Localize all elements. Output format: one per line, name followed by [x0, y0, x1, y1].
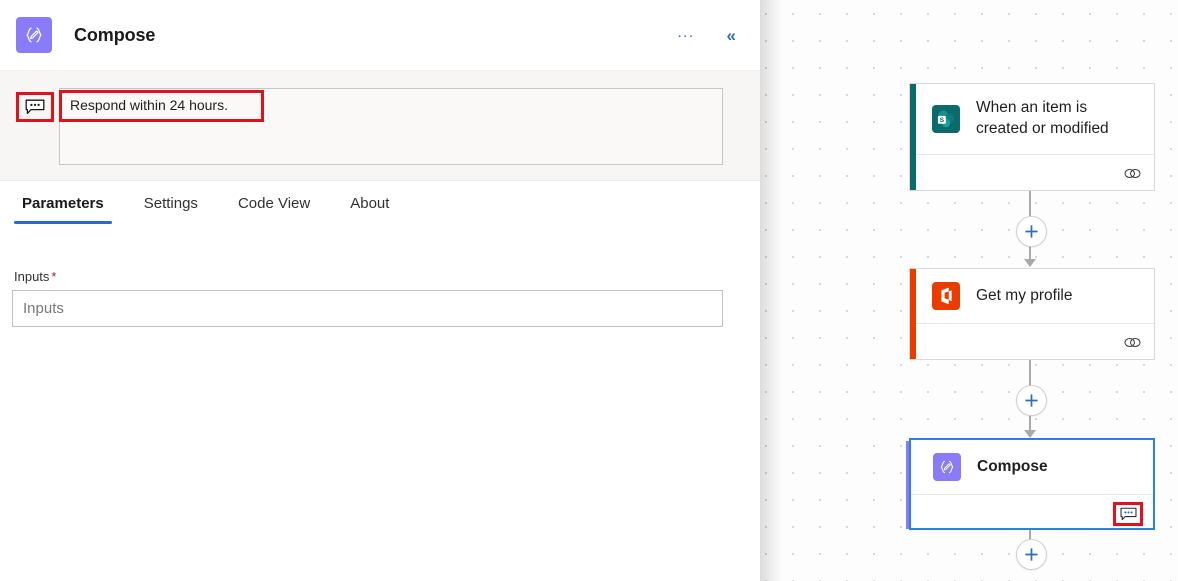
node-title: Compose: [977, 457, 1048, 475]
office365-icon: [932, 282, 960, 310]
tab-settings[interactable]: Settings: [136, 195, 206, 224]
action-details-panel: Compose ... « Respond within 24 hours. P…: [0, 0, 760, 581]
tab-parameters[interactable]: Parameters: [14, 195, 112, 224]
flow-node-compose[interactable]: Compose: [909, 438, 1155, 530]
flow-canvas[interactable]: S When an item is created or modified Ge…: [760, 0, 1178, 581]
sharepoint-icon: S: [932, 105, 960, 133]
node-header: Compose: [911, 440, 1153, 494]
link-icon[interactable]: [1123, 166, 1142, 181]
node-footer: [910, 323, 1154, 361]
sharepoint-glyph: S: [937, 110, 954, 128]
compose-icon: [16, 17, 52, 53]
tab-code-view[interactable]: Code View: [230, 195, 318, 224]
panel-header: Compose ... «: [0, 0, 760, 70]
link-icon[interactable]: [1123, 335, 1142, 350]
node-title: When an item is created or modified: [976, 99, 1109, 137]
link-glyph: [1124, 338, 1141, 347]
comment-icon-highlight[interactable]: [16, 92, 54, 122]
comment-icon: [25, 99, 45, 115]
comment-icon: [1119, 507, 1137, 520]
required-marker: *: [51, 269, 57, 284]
node-title: Get my profile: [976, 286, 1073, 304]
node-footer: [911, 494, 1153, 532]
flow-node-trigger[interactable]: S When an item is created or modified: [909, 83, 1155, 191]
inputs-label-text: Inputs: [14, 269, 50, 284]
plus-icon: [1025, 394, 1038, 407]
plus-icon: [1025, 548, 1038, 561]
compose-icon: [933, 453, 961, 481]
connector-arrow-2: [1024, 430, 1036, 438]
inputs-input[interactable]: Inputs: [12, 290, 723, 327]
connector-arrow-1: [1024, 259, 1036, 267]
comment-input-value: Respond within 24 hours.: [70, 97, 228, 113]
link-glyph: [1124, 169, 1141, 178]
page-title: Compose: [74, 24, 156, 45]
add-step-button-1[interactable]: [1016, 216, 1047, 247]
inputs-field-label: Inputs *: [14, 269, 56, 284]
flow-node-get-my-profile[interactable]: Get my profile: [909, 268, 1155, 360]
comment-icon-highlight[interactable]: [1113, 501, 1143, 526]
add-step-button-2[interactable]: [1016, 385, 1047, 416]
comment-strip: Respond within 24 hours.: [0, 70, 760, 181]
panel-tabs: Parameters Settings Code View About: [0, 195, 760, 243]
more-options-button[interactable]: ...: [672, 21, 701, 44]
node-accent-bar: [910, 84, 916, 190]
tab-about[interactable]: About: [342, 195, 397, 224]
inputs-input-placeholder: Inputs: [23, 300, 64, 317]
compose-glyph: [26, 27, 42, 43]
add-step-button-3[interactable]: [1016, 539, 1047, 570]
node-header: Get my profile: [910, 269, 1154, 323]
plus-icon: [1025, 225, 1038, 238]
flow-designer: S When an item is created or modified Ge…: [0, 0, 1178, 581]
comment-input[interactable]: Respond within 24 hours.: [59, 88, 723, 165]
compose-glyph: [940, 460, 954, 474]
office365-glyph: [941, 287, 952, 305]
node-footer: [910, 154, 1154, 192]
svg-text:S: S: [940, 117, 945, 124]
node-header: S When an item is created or modified: [910, 84, 1154, 154]
node-accent-bar: [910, 269, 916, 359]
collapse-panel-button[interactable]: «: [721, 23, 742, 48]
panel-header-actions: ... «: [672, 0, 742, 70]
